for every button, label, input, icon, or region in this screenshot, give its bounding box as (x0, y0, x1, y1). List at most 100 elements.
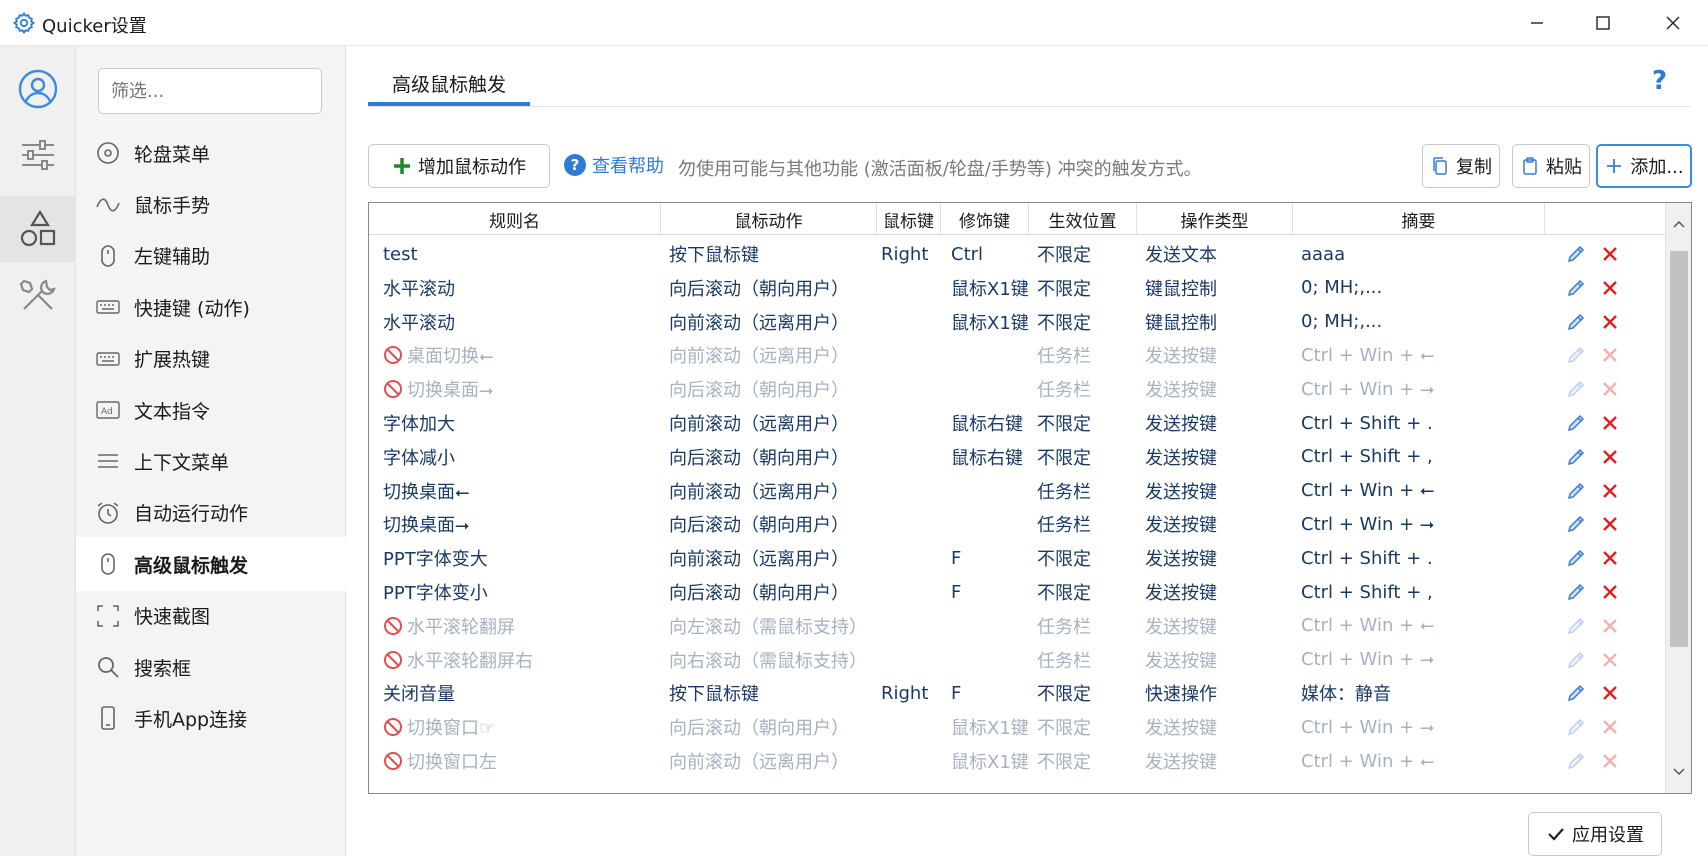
edit-icon[interactable] (1565, 243, 1587, 265)
rail-item-tools[interactable] (0, 262, 76, 328)
column-header[interactable]: 生效位置 (1029, 203, 1137, 235)
column-header[interactable]: 鼠标动作 (661, 203, 877, 235)
edit-icon[interactable] (1565, 750, 1587, 772)
table-row[interactable]: 字体加大 向前滚动（远离用户） 鼠标右键 不限定 发送按键 Ctrl + Shift + … (369, 406, 1665, 440)
vertical-scrollbar[interactable] (1665, 203, 1691, 793)
table-header: 规则名 鼠标动作 鼠标键 修饰键 生效位置 操作类型 摘要 (369, 203, 1665, 235)
cell-text: 不限定 (1037, 414, 1091, 435)
column-header[interactable]: 修饰键 (941, 203, 1029, 235)
nav-item[interactable]: 搜索框 (76, 640, 346, 694)
nav-item[interactable]: 左键辅助 (76, 229, 346, 283)
table-row[interactable]: 水平滚轮翻屏右 向右滚动（需鼠标支持） 任务栏 发送按键 Ctrl + Win + ⭢ (369, 643, 1665, 677)
edit-icon[interactable] (1565, 344, 1587, 366)
paste-button[interactable]: 粘贴 (1512, 144, 1590, 188)
delete-icon[interactable] (1599, 513, 1621, 535)
delete-icon[interactable] (1599, 378, 1621, 400)
cell-text: Ctrl + Shift + . (1301, 412, 1433, 434)
cell-text: 向后滚动（朝向用户） (669, 380, 849, 402)
edit-icon[interactable] (1565, 682, 1587, 704)
table-row[interactable]: 水平滚动 向后滚动（朝向用户） 鼠标X1键 不限定 键鼠控制 0; MH;,... (369, 271, 1665, 305)
keyboard-icon (94, 345, 122, 373)
nav-item[interactable]: 上下文菜单 (76, 434, 346, 488)
maximize-button[interactable] (1568, 0, 1638, 46)
edit-icon[interactable] (1565, 716, 1587, 738)
delete-icon[interactable] (1599, 547, 1621, 569)
add-mouse-action-button[interactable]: 增加鼠标动作 (368, 144, 550, 188)
table-row[interactable]: PPT字体变小 向后滚动（朝向用户） F 不限定 发送按键 Ctrl + Shift + … (369, 575, 1665, 609)
edit-icon[interactable] (1565, 480, 1587, 502)
apply-settings-button[interactable]: 应用设置 (1528, 812, 1662, 856)
table-row[interactable]: 切换桌面⭢ 向后滚动（朝向用户） 任务栏 发送按键 Ctrl + Win + ⭢ (369, 507, 1665, 541)
cell-text: 发送按键 (1145, 616, 1217, 638)
nav-item[interactable]: 手机App连接 (76, 691, 346, 745)
cell-text: 不限定 (1037, 245, 1091, 266)
edit-icon[interactable] (1565, 277, 1587, 299)
nav-item[interactable]: 快捷键 (动作) (76, 280, 346, 334)
edit-icon[interactable] (1565, 446, 1587, 468)
nav-item[interactable]: 轮盘菜单 (76, 126, 346, 180)
nav-item[interactable]: Ad 文本指令 (76, 383, 346, 437)
delete-icon[interactable] (1599, 311, 1621, 333)
edit-icon[interactable] (1565, 513, 1587, 535)
table-row[interactable]: 桌面切换⭠ 向前滚动（远离用户） 任务栏 发送按键 Ctrl + Win + ⭠ (369, 338, 1665, 372)
scroll-up-icon[interactable] (1671, 217, 1687, 233)
delete-icon[interactable] (1599, 649, 1621, 671)
close-button[interactable] (1638, 0, 1708, 46)
nav-item[interactable]: 鼠标手势 (76, 177, 346, 231)
help-link[interactable]: ? 查看帮助 (564, 152, 664, 178)
table-row[interactable]: 关闭音量 按下鼠标键 Right F 不限定 快速操作 媒体：静音 (369, 676, 1665, 710)
cell-summary: Ctrl + Win + ⭢ (1301, 643, 1541, 677)
edit-icon[interactable] (1565, 581, 1587, 603)
column-header[interactable]: 操作类型 (1137, 203, 1293, 235)
edit-icon[interactable] (1565, 412, 1587, 434)
table-row[interactable]: 切换桌面⭢ 向后滚动（朝向用户） 任务栏 发送按键 Ctrl + Win + ⭢ (369, 372, 1665, 406)
cell-text: Ctrl + Win + ⭢ (1301, 649, 1435, 671)
delete-icon[interactable] (1599, 682, 1621, 704)
table-row[interactable]: 字体减小 向后滚动（朝向用户） 鼠标右键 不限定 发送按键 Ctrl + Shift + … (369, 440, 1665, 474)
delete-icon[interactable] (1599, 716, 1621, 738)
table-row[interactable]: 切换桌面⭠ 向前滚动（远离用户） 任务栏 发送按键 Ctrl + Win + ⭠ (369, 474, 1665, 508)
cell-type: 发送按键 (1145, 609, 1289, 643)
edit-icon[interactable] (1565, 378, 1587, 400)
delete-icon[interactable] (1599, 750, 1621, 772)
delete-icon[interactable] (1599, 446, 1621, 468)
rail-item-shapes[interactable] (0, 196, 76, 262)
minimize-button[interactable] (1502, 0, 1572, 46)
cell-type: 发送按键 (1145, 372, 1289, 406)
nav-item[interactable]: 扩展热键 (76, 332, 346, 386)
column-header[interactable]: 规则名 (369, 203, 661, 235)
table-row[interactable]: test 按下鼠标键 Right Ctrl 不限定 发送文本 aaaa (369, 237, 1665, 271)
column-header[interactable]: 鼠标键 (877, 203, 941, 235)
edit-icon[interactable] (1565, 649, 1587, 671)
copy-button[interactable]: 复制 (1422, 144, 1500, 188)
table-row[interactable]: 水平滚动 向前滚动（远离用户） 鼠标X1键 不限定 键鼠控制 0; MH;,... (369, 305, 1665, 339)
rail-item-user[interactable] (0, 56, 76, 122)
delete-icon[interactable] (1599, 581, 1621, 603)
edit-icon[interactable] (1565, 311, 1587, 333)
add-button[interactable]: 添加... (1596, 144, 1692, 188)
delete-icon[interactable] (1599, 243, 1621, 265)
table-row[interactable]: PPT字体变大 向前滚动（远离用户） F 不限定 发送按键 Ctrl + Shift + … (369, 541, 1665, 575)
scroll-down-icon[interactable] (1671, 763, 1687, 779)
scrollbar-thumb[interactable] (1670, 251, 1688, 647)
nav-item[interactable]: 高级鼠标触发 (76, 537, 346, 592)
edit-icon[interactable] (1565, 615, 1587, 637)
delete-icon[interactable] (1599, 277, 1621, 299)
delete-icon[interactable] (1599, 615, 1621, 637)
cell-summary: Ctrl + Shift + , (1301, 575, 1541, 609)
delete-icon[interactable] (1599, 480, 1621, 502)
table-row[interactable]: 切换窗口☞ 向后滚动（朝向用户） 鼠标X1键 不限定 发送按键 Ctrl + Win + … (369, 710, 1665, 744)
column-header[interactable]: 摘要 (1293, 203, 1545, 235)
rail-item-settings[interactable] (0, 122, 76, 188)
table-row[interactable]: 切换窗口左 向前滚动（远离用户） 鼠标X1键 不限定 发送按键 Ctrl + Win + … (369, 744, 1665, 778)
filter-input[interactable] (98, 68, 322, 114)
help-question-icon[interactable]: ? (1652, 66, 1667, 96)
cell-type: 发送按键 (1145, 575, 1289, 609)
table-row[interactable]: 水平滚轮翻屏 向左滚动（需鼠标支持） 任务栏 发送按键 Ctrl + Win + ⭠ (369, 609, 1665, 643)
delete-icon[interactable] (1599, 344, 1621, 366)
nav-item[interactable]: 自动运行动作 (76, 486, 346, 540)
tab-advanced-mouse[interactable]: 高级鼠标触发 (368, 60, 530, 106)
delete-icon[interactable] (1599, 412, 1621, 434)
edit-icon[interactable] (1565, 547, 1587, 569)
nav-item[interactable]: 快速截图 (76, 589, 346, 643)
